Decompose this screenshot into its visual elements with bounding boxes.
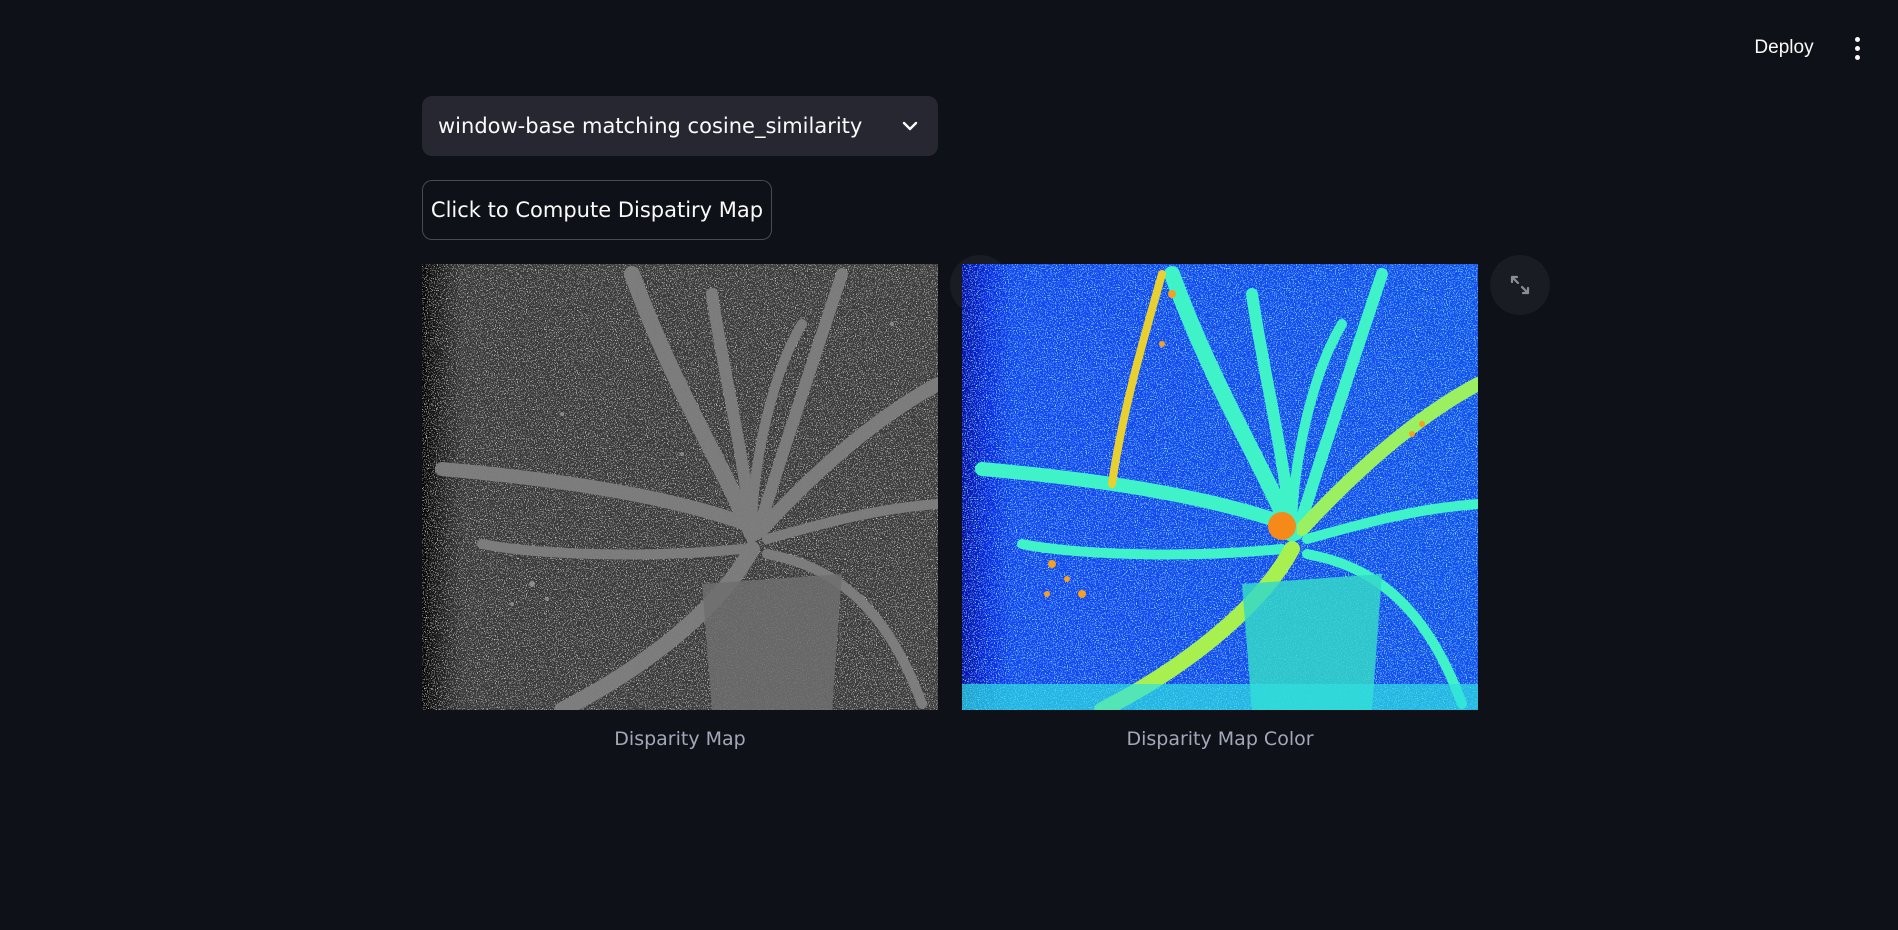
app-root: Deploy window-base matching cosine_simil…: [0, 0, 1898, 930]
disparity-map-color-image: [962, 264, 1478, 710]
image-block-disparity-map-color: Disparity Map Color: [962, 264, 1478, 750]
compute-disparity-button[interactable]: Click to Compute Dispatiry Map: [422, 180, 772, 240]
more-vertical-icon[interactable]: [1842, 30, 1872, 66]
method-select-value: window-base matching cosine_similarity: [438, 114, 863, 138]
image-block-disparity-map: Disparity Map: [422, 264, 938, 750]
method-select[interactable]: window-base matching cosine_similarity: [422, 96, 938, 156]
disparity-map-image: [422, 264, 938, 710]
header: Deploy: [0, 0, 1898, 96]
caption-disparity-map-color: Disparity Map Color: [1126, 728, 1314, 750]
caption-disparity-map: Disparity Map: [614, 728, 746, 750]
deploy-button[interactable]: Deploy: [1738, 30, 1830, 66]
chevron-down-icon: [898, 114, 922, 138]
fullscreen-icon[interactable]: [1490, 255, 1550, 315]
